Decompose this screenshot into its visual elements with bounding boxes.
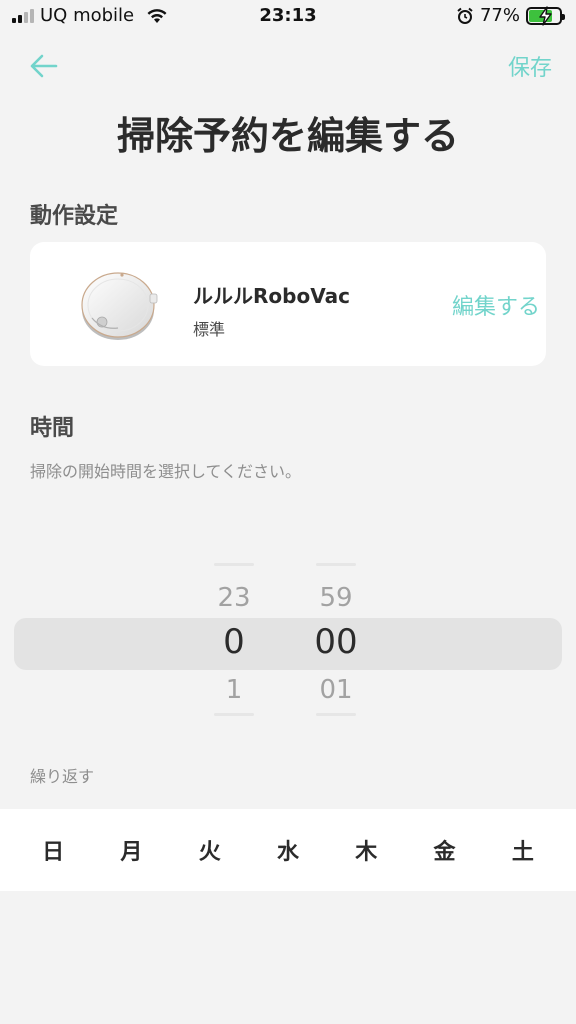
status-bar: UQ mobile 23:13 77% <box>0 0 576 34</box>
hour-prev[interactable]: 23 <box>184 583 284 613</box>
minute-prev[interactable]: 59 <box>286 583 386 613</box>
hour-picker[interactable]: 23 0 1 <box>184 555 284 725</box>
minute-next[interactable]: 01 <box>286 675 386 705</box>
repeat-label: 繰り返す <box>30 767 95 786</box>
alarm-icon <box>457 7 473 24</box>
device-card[interactable]: ルルルRoboVac 標準 編集する <box>30 242 546 366</box>
robot-vacuum-icon <box>81 272 158 340</box>
time-label: 時間 <box>30 416 75 441</box>
action-settings-label: 動作設定 <box>30 204 119 229</box>
device-mode: 標準 <box>193 320 226 339</box>
day-saturday[interactable]: 土 <box>498 834 548 866</box>
save-button[interactable]: 保存 <box>508 50 552 82</box>
page-title: 掃除予約を編集する <box>116 114 459 158</box>
status-right: 77% <box>456 5 565 26</box>
hour-next[interactable]: 1 <box>184 675 284 705</box>
day-friday[interactable]: 金 <box>420 834 470 866</box>
day-monday[interactable]: 月 <box>106 834 156 866</box>
day-thursday[interactable]: 木 <box>341 834 391 866</box>
day-tuesday[interactable]: 火 <box>185 834 235 866</box>
back-arrow-icon[interactable] <box>26 48 62 84</box>
hour-selected[interactable]: 0 <box>184 622 284 662</box>
device-name: ルルルRoboVac <box>193 284 350 308</box>
edit-button[interactable]: 編集する <box>452 289 540 321</box>
minute-selected[interactable]: 00 <box>286 622 386 662</box>
battery-charging-icon <box>526 5 565 26</box>
time-hint: 掃除の開始時間を選択してください。 <box>30 462 302 481</box>
day-sunday[interactable]: 日 <box>28 834 78 866</box>
repeat-days-bar: 日 月 火 水 木 金 土 <box>0 809 576 891</box>
day-wednesday[interactable]: 水 <box>263 834 313 866</box>
minute-picker[interactable]: 59 00 01 <box>286 555 386 725</box>
battery-percent: 77% <box>479 5 520 26</box>
